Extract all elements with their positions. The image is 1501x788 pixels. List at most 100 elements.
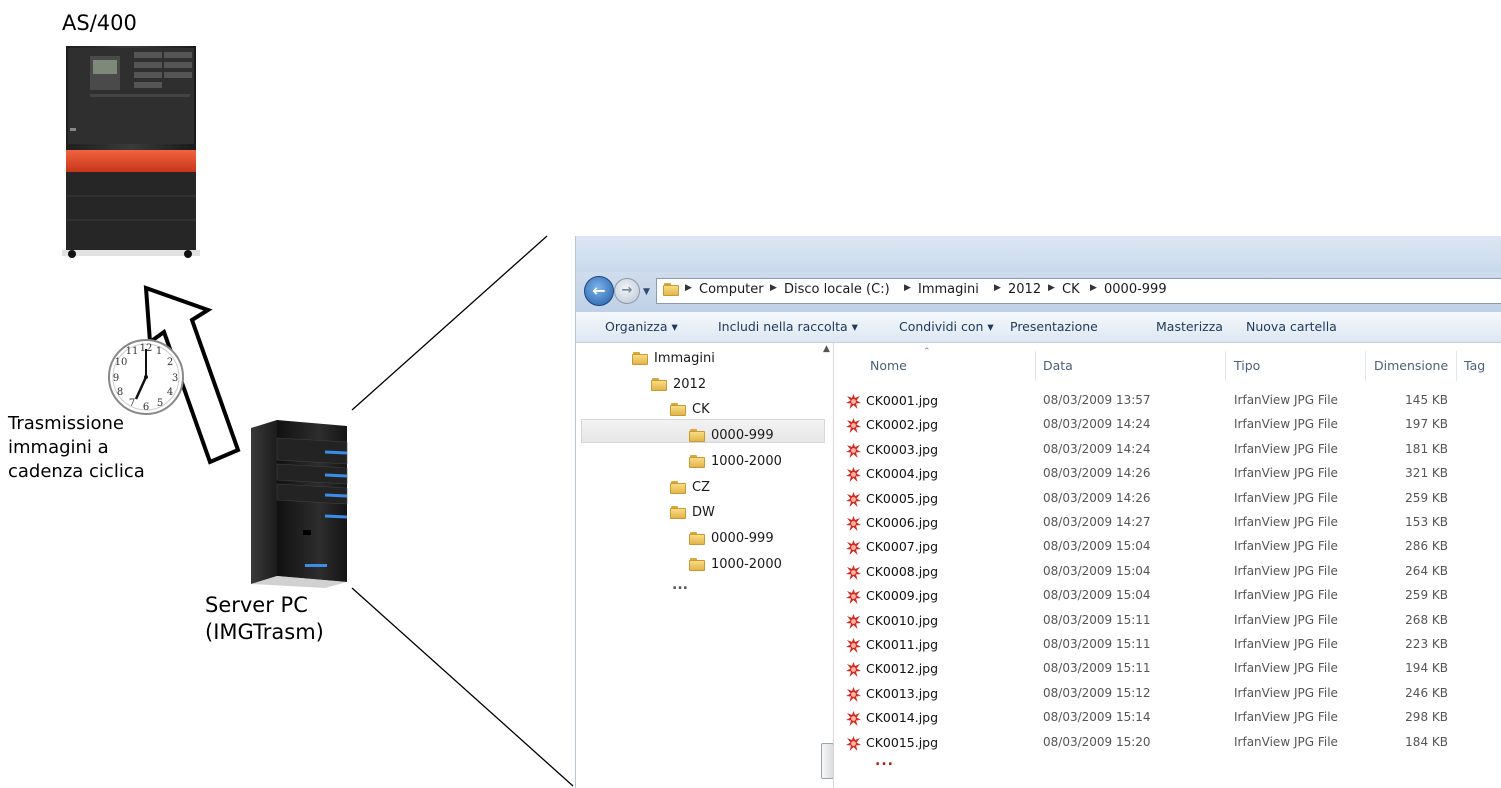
file-name: CK0008.jpg bbox=[866, 563, 939, 579]
file-size: 268 KB bbox=[1405, 612, 1448, 627]
column-header-nome[interactable]: Nome bbox=[870, 358, 907, 373]
explorer-window: ← → ▼ ▶ Computer ▶ Disco locale (C:) ▶ I… bbox=[575, 236, 1501, 788]
irfanview-jpg-icon bbox=[846, 686, 861, 702]
tree-item-1000-2000[interactable]: 1000-2000 bbox=[689, 454, 782, 469]
connector-line-bottom bbox=[351, 587, 574, 787]
file-row[interactable]: CK0001.jpg 08/03/2009 13:57 IrfanView JPG … bbox=[838, 389, 1501, 414]
breadcrumb-immagini[interactable]: Immagini bbox=[918, 282, 979, 297]
file-date: 08/03/2009 15:11 bbox=[1043, 637, 1151, 651]
tree-item-dw[interactable]: DW bbox=[670, 505, 715, 520]
tree-item-label: Immagini bbox=[654, 351, 715, 366]
file-name: CK0009.jpg bbox=[866, 588, 939, 604]
file-name: CK0006.jpg bbox=[866, 515, 939, 530]
navigation-bar: ← → ▼ ▶ Computer ▶ Disco locale (C:) ▶ I… bbox=[576, 272, 1501, 312]
condividi-con-label: Condividi con bbox=[899, 319, 984, 334]
folder-icon bbox=[689, 429, 705, 443]
forward-button[interactable]: → bbox=[614, 278, 640, 304]
tree-item-label: 0000-999 bbox=[711, 428, 774, 444]
irfanview-jpg-icon bbox=[846, 491, 861, 507]
irfanview-jpg-icon bbox=[846, 613, 861, 629]
tree-item-immagini[interactable]: Immagini bbox=[632, 351, 715, 366]
file-name: CK0002.jpg bbox=[866, 417, 939, 433]
file-date: 08/03/2009 15:11 bbox=[1043, 661, 1151, 676]
includi-raccolta-menu[interactable]: Includi nella raccolta ▾ bbox=[718, 319, 858, 334]
tree-item-ck[interactable]: CK bbox=[670, 402, 710, 417]
file-row[interactable]: CK0008.jpg 08/03/2009 15:04 IrfanView JPG … bbox=[838, 560, 1501, 585]
tree-item-label: DW bbox=[692, 505, 715, 521]
back-button[interactable]: ← bbox=[584, 276, 614, 306]
file-size: 259 KB bbox=[1405, 588, 1448, 603]
column-header-tag[interactable]: Tag bbox=[1464, 358, 1485, 373]
back-icon: ← bbox=[592, 281, 606, 300]
irfanview-jpg-icon bbox=[846, 638, 861, 653]
tree-item-cz[interactable]: CZ bbox=[670, 480, 710, 495]
file-size: 145 KB bbox=[1405, 393, 1448, 407]
file-row[interactable]: CK0012.jpg 08/03/2009 15:11 IrfanView JPG … bbox=[838, 657, 1501, 682]
file-name: CK0014.jpg bbox=[866, 710, 939, 726]
organizza-label: Organizza bbox=[605, 319, 668, 334]
file-row[interactable]: CK0005.jpg 08/03/2009 14:26 IrfanView JPG … bbox=[838, 487, 1501, 512]
tree-item-0000-999[interactable]: 0000-999 bbox=[689, 428, 774, 443]
navigation-scrollbar[interactable] bbox=[814, 343, 833, 788]
file-date: 08/03/2009 13:57 bbox=[1043, 393, 1151, 407]
presentazione-button[interactable]: Presentazione bbox=[1010, 319, 1098, 334]
file-type: IrfanView JPG File bbox=[1234, 393, 1338, 407]
file-row[interactable]: CK0010.jpg 08/03/2009 15:11 IrfanView JPG … bbox=[838, 609, 1501, 634]
file-row[interactable]: CK0007.jpg 08/03/2009 15:04 IrfanView JPG … bbox=[838, 535, 1501, 560]
irfanview-jpg-icon bbox=[846, 516, 861, 531]
file-row[interactable]: CK0009.jpg 08/03/2009 15:04 IrfanView JPG … bbox=[838, 584, 1501, 609]
file-date: 08/03/2009 15:04 bbox=[1043, 539, 1151, 554]
file-size: 194 KB bbox=[1405, 661, 1448, 676]
breadcrumb-ck[interactable]: CK bbox=[1062, 282, 1080, 297]
condividi-con-menu[interactable]: Condividi con ▾ bbox=[899, 319, 994, 334]
file-name: CK0015.jpg bbox=[866, 734, 939, 750]
folder-icon bbox=[670, 480, 686, 494]
file-row[interactable]: CK0014.jpg 08/03/2009 15:14 IrfanView JPG … bbox=[838, 706, 1501, 731]
forward-icon: → bbox=[621, 283, 633, 298]
breadcrumb-computer[interactable]: Computer bbox=[699, 282, 764, 297]
scroll-up-arrow-icon[interactable]: ▲ bbox=[823, 344, 830, 354]
file-type: IrfanView JPG File bbox=[1234, 685, 1338, 700]
file-name: CK0012.jpg bbox=[866, 661, 939, 677]
file-size: 181 KB bbox=[1405, 441, 1448, 456]
file-row[interactable]: CK0015.jpg 08/03/2009 15:20 IrfanView JPG … bbox=[838, 731, 1501, 756]
file-row[interactable]: CK0011.jpg 08/03/2009 15:11 IrfanView JPG … bbox=[838, 633, 1501, 658]
breadcrumb-0000-999[interactable]: 0000-999 bbox=[1104, 282, 1167, 297]
organizza-menu[interactable]: Organizza ▾ bbox=[605, 319, 678, 334]
file-type: IrfanView JPG File bbox=[1234, 637, 1338, 651]
column-header-tipo[interactable]: Tipo bbox=[1234, 358, 1260, 373]
breadcrumb-disco-locale[interactable]: Disco locale (C:) bbox=[784, 282, 890, 297]
file-row[interactable]: CK0003.jpg 08/03/2009 14:24 IrfanView JPG … bbox=[838, 438, 1501, 463]
pane-divider[interactable] bbox=[833, 343, 834, 788]
tree-item-2012[interactable]: 2012 bbox=[651, 377, 706, 392]
irfanview-jpg-icon bbox=[846, 442, 861, 458]
file-size: 246 KB bbox=[1405, 685, 1448, 700]
irfanview-jpg-icon bbox=[846, 589, 861, 605]
file-size: 264 KB bbox=[1405, 563, 1448, 578]
file-type: IrfanView JPG File bbox=[1234, 441, 1338, 456]
tree-item-1000-2000[interactable]: 1000-2000 bbox=[689, 557, 782, 572]
file-row[interactable]: CK0004.jpg 08/03/2009 14:26 IrfanView JPG … bbox=[838, 462, 1501, 487]
nuova-cartella-button[interactable]: Nuova cartella bbox=[1246, 319, 1337, 334]
file-row[interactable]: CK0006.jpg 08/03/2009 14:27 IrfanView JPG … bbox=[838, 511, 1501, 536]
tree-more-indicator: ... bbox=[672, 577, 688, 593]
irfanview-jpg-icon bbox=[846, 735, 861, 751]
masterizza-button[interactable]: Masterizza bbox=[1156, 319, 1223, 334]
breadcrumb-2012[interactable]: 2012 bbox=[1008, 282, 1041, 297]
irfanview-jpg-icon bbox=[846, 540, 861, 556]
address-bar[interactable]: ▶ Computer ▶ Disco locale (C:) ▶ Immagin… bbox=[656, 278, 1501, 304]
recent-pages-dropdown[interactable]: ▼ bbox=[643, 287, 650, 297]
navigation-pane: Immagini 2012 CK 0000-999 1000-2000 CZ DW 0000-… bbox=[576, 343, 834, 788]
tree-item-label: 1000-2000 bbox=[711, 556, 782, 572]
file-type: IrfanView JPG File bbox=[1234, 661, 1338, 676]
column-header-data[interactable]: Data bbox=[1043, 358, 1073, 373]
file-row[interactable]: CK0013.jpg 08/03/2009 15:12 IrfanView JPG … bbox=[838, 682, 1501, 707]
file-size: 321 KB bbox=[1405, 466, 1448, 481]
file-date: 08/03/2009 14:26 bbox=[1043, 466, 1151, 481]
file-size: 184 KB bbox=[1405, 734, 1448, 749]
file-date: 08/03/2009 14:26 bbox=[1043, 490, 1151, 505]
tree-item-0000-999[interactable]: 0000-999 bbox=[689, 531, 774, 546]
title-bar bbox=[576, 236, 1501, 272]
column-header-dimensione[interactable]: Dimensione bbox=[1374, 358, 1448, 373]
file-row[interactable]: CK0002.jpg 08/03/2009 14:24 IrfanView JPG … bbox=[838, 413, 1501, 438]
